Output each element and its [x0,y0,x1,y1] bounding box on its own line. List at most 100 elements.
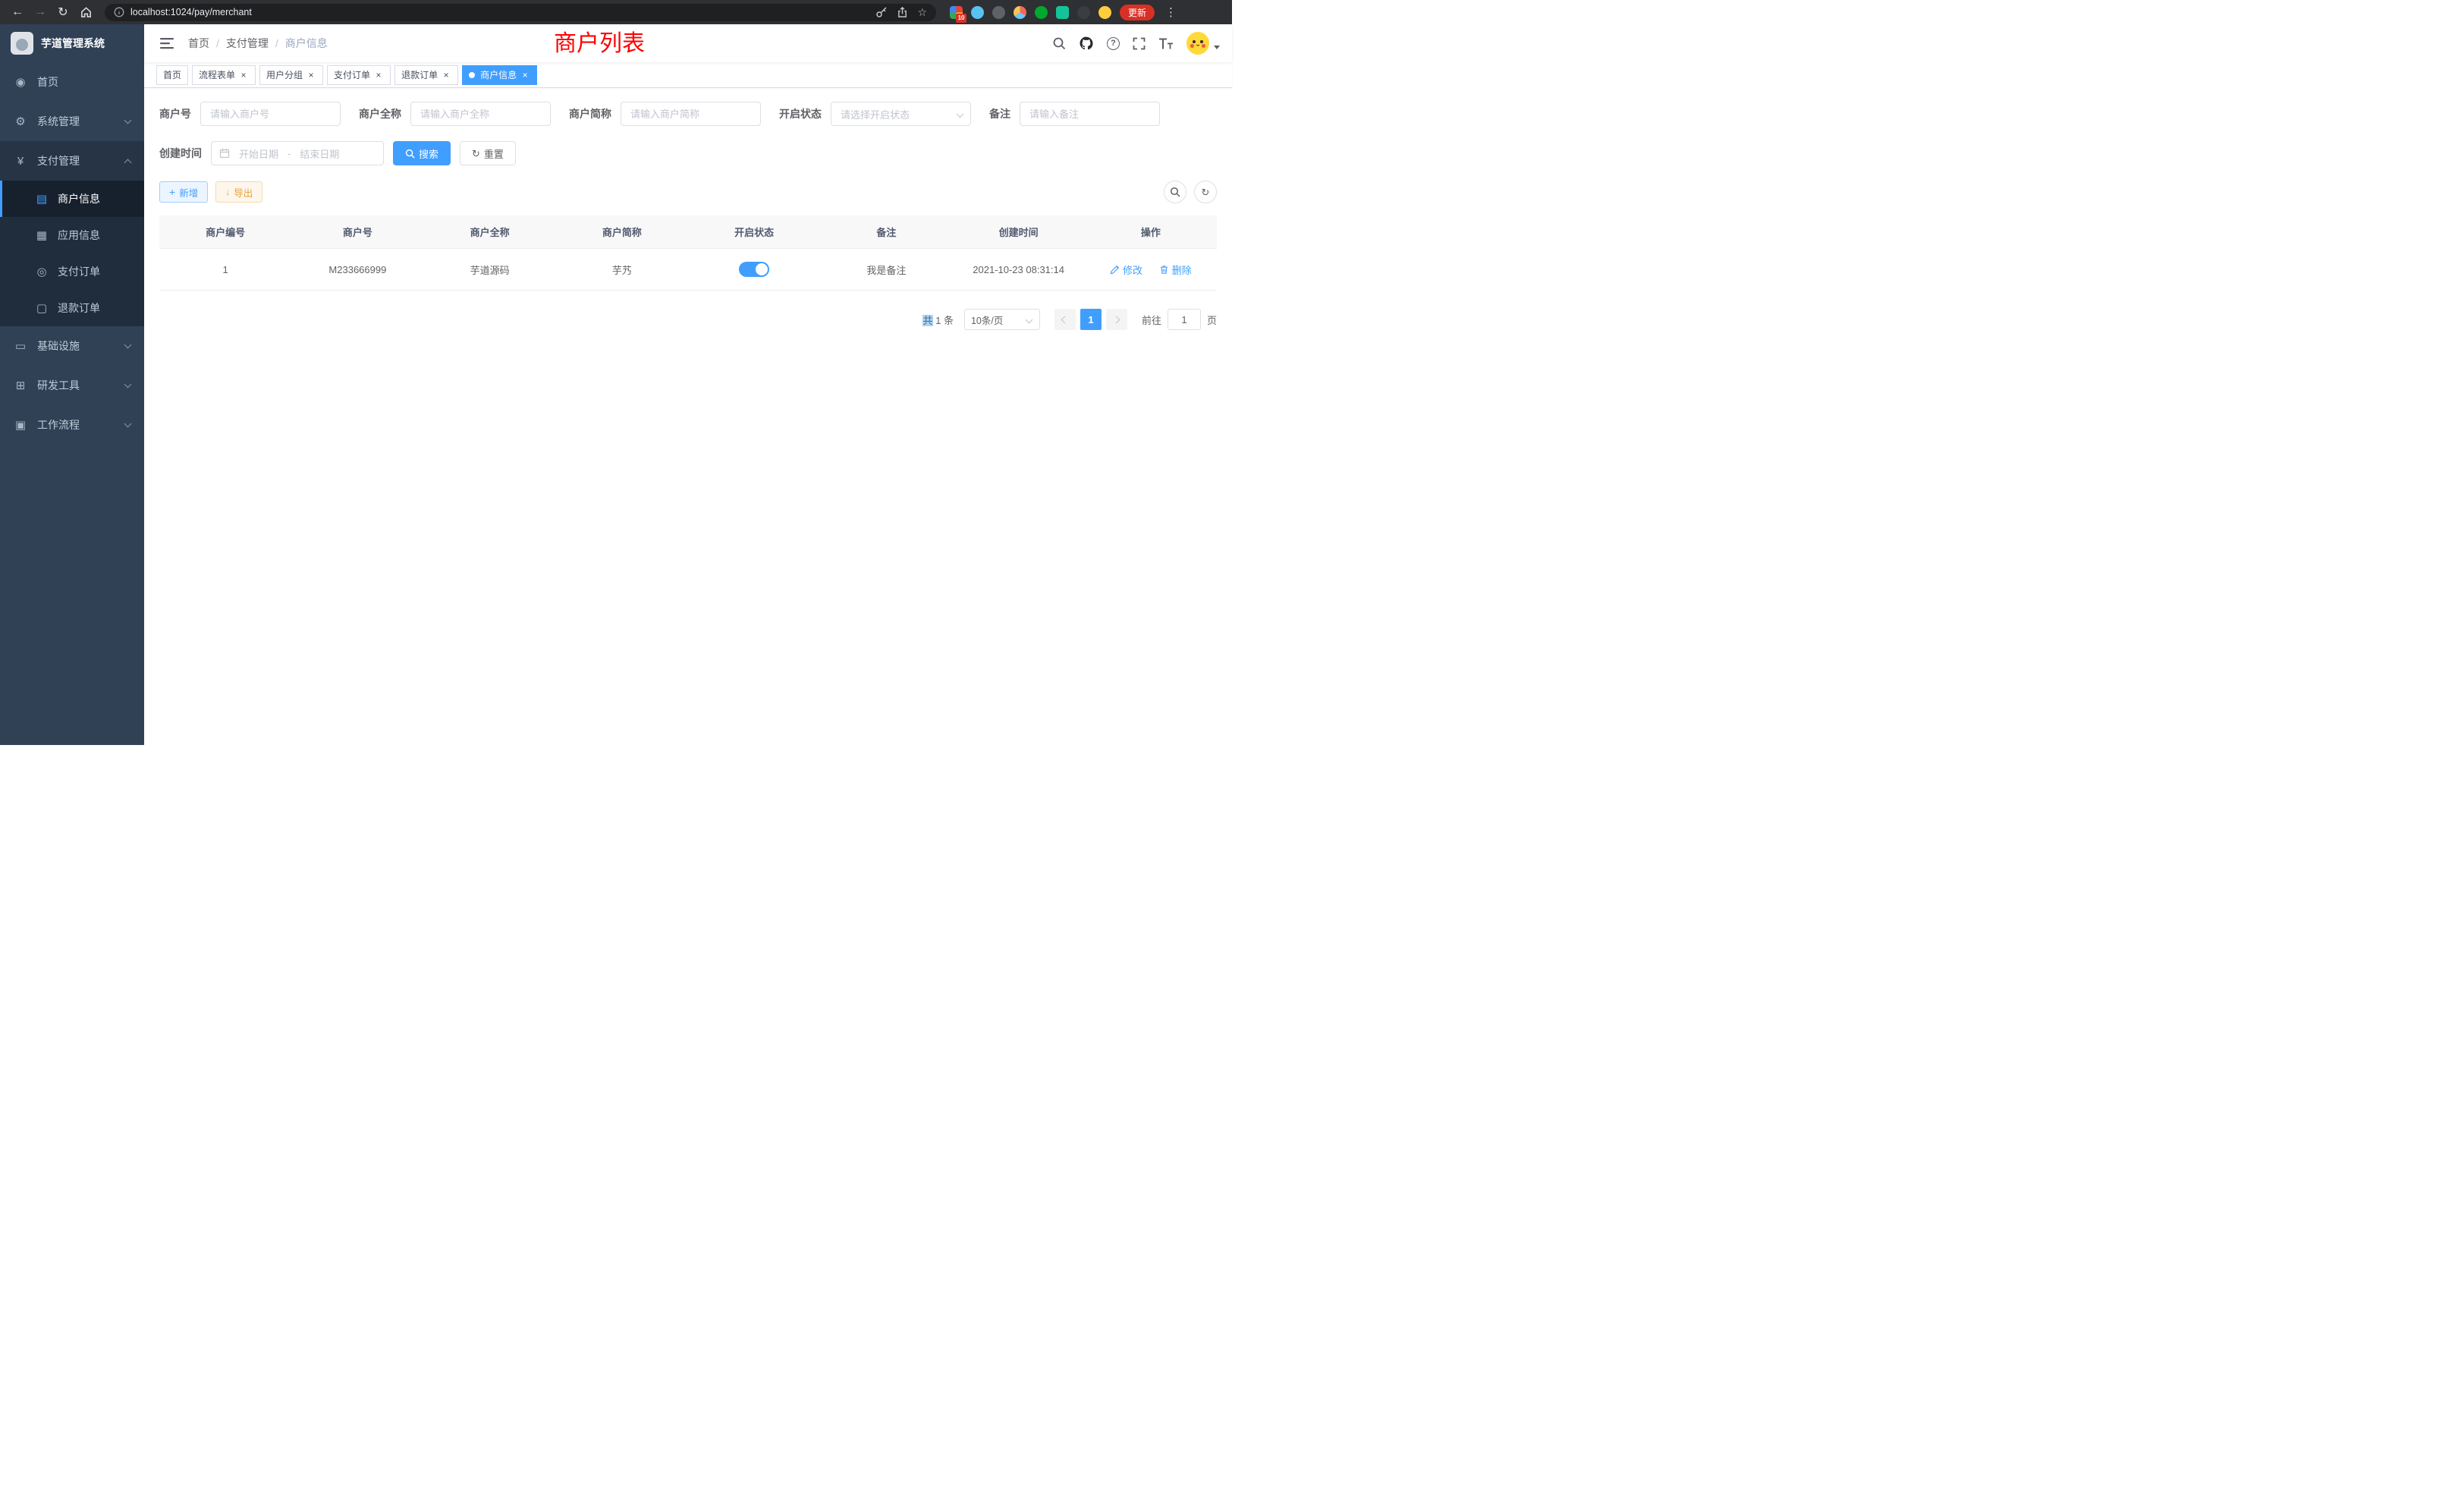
top-navbar: 首页 支付管理 商户信息 商户列表 [144,24,1232,62]
extension-icon-gray[interactable] [992,6,1005,19]
merchant-no-input[interactable] [200,102,341,126]
refresh-table-button[interactable] [1194,181,1217,203]
extension-icon-blue[interactable] [971,6,984,19]
tab-pay-orders[interactable]: 支付订单 [327,65,391,85]
refresh-icon [472,148,480,159]
create-time-label: 创建时间 [159,146,202,161]
address-bar[interactable]: localhost:1024/pay/merchant ☆ [105,4,936,21]
status-label: 开启状态 [779,106,822,121]
table-row: 1 M233666999 芋道源码 芋艿 我是备注 2021-10-23 08:… [159,249,1217,291]
close-icon[interactable] [520,70,530,80]
short-name-label: 商户简称 [569,106,611,121]
download-icon [225,187,230,197]
github-icon[interactable] [1079,36,1094,51]
home-button[interactable] [76,2,96,22]
back-button[interactable]: ← [8,2,27,22]
extension-icon-green-circle[interactable] [1035,6,1048,19]
delete-link[interactable]: 删除 [1159,262,1192,277]
bookmark-star-icon[interactable]: ☆ [917,7,927,17]
sidebar-item-merchant-info[interactable]: ▤ 商户信息 [0,181,144,217]
cell-actions: 修改 删除 [1085,249,1217,291]
document-icon: ▢ [35,301,49,315]
tab-refund-orders[interactable]: 退款订单 [394,65,458,85]
add-button[interactable]: 新增 [159,181,208,203]
app-title: 芋道管理系统 [41,36,105,51]
sidebar-item-payment[interactable]: ¥ 支付管理 [0,141,144,181]
sidebar-item-dev-tools[interactable]: ⊞ 研发工具 [0,366,144,405]
sidebar-item-infrastructure[interactable]: ▭ 基础设施 [0,326,144,366]
tab-user-group[interactable]: 用户分组 [259,65,323,85]
date-range-picker[interactable]: 开始日期 - 结束日期 [211,141,384,165]
profile-avatar-icon[interactable] [1098,6,1111,19]
password-key-icon[interactable] [875,6,888,18]
sidebar: 芋道管理系统 ◉ 首页 ⚙ 系统管理 ¥ 支付管理 ▤ 商户信息 [0,24,144,745]
share-icon[interactable] [897,7,908,18]
sidebar-item-pay-orders[interactable]: ◎ 支付订单 [0,253,144,290]
tab-merchant-info[interactable]: 商户信息 [462,65,537,85]
fullscreen-icon[interactable] [1133,37,1146,50]
search-button[interactable]: 搜索 [393,141,451,165]
breadcrumb-home[interactable]: 首页 [188,36,226,51]
search-icon [1170,187,1180,197]
search-icon[interactable] [1052,36,1066,50]
column-header-actions: 操作 [1085,215,1217,249]
tab-process-form[interactable]: 流程表单 [192,65,256,85]
sidebar-item-system[interactable]: ⚙ 系统管理 [0,102,144,141]
prev-page-button[interactable] [1054,309,1076,330]
chevron-down-icon [124,420,132,427]
info-icon[interactable] [114,7,124,17]
reset-button[interactable]: 重置 [460,141,516,165]
refresh-icon [1202,187,1210,198]
right-toolbar [1164,181,1217,203]
user-avatar[interactable] [1186,32,1220,55]
next-page-button[interactable] [1106,309,1127,330]
breadcrumb-current: 商户信息 [285,36,328,51]
cell-full-name: 芋道源码 [424,249,556,291]
extension-icon-rainbow[interactable] [1014,6,1026,19]
full-name-input[interactable] [410,102,551,126]
export-button[interactable]: 导出 [215,181,262,203]
toolbox-icon: ⊞ [14,379,27,392]
column-header-merchant-no: 商户号 [291,215,423,249]
app-logo[interactable]: 芋道管理系统 [0,24,144,62]
close-icon[interactable] [373,70,384,80]
page-size-select[interactable]: 10条/页 [964,309,1040,330]
help-icon[interactable] [1107,37,1120,50]
close-icon[interactable] [238,70,249,80]
edit-link[interactable]: 修改 [1110,262,1142,277]
trash-icon [1159,265,1169,275]
status-toggle[interactable] [739,262,769,277]
toggle-search-button[interactable] [1164,181,1186,203]
close-icon[interactable] [441,70,451,80]
reload-button[interactable]: ↻ [53,2,73,22]
breadcrumb: 首页 支付管理 商户信息 [188,36,328,51]
goto-page-input[interactable] [1168,309,1201,330]
sidebar-menu: ◉ 首页 ⚙ 系统管理 ¥ 支付管理 ▤ 商户信息 ▦ 应用信息 [0,62,144,445]
page-number-button[interactable]: 1 [1080,309,1102,330]
browser-menu-icon[interactable]: ⋮ [1163,5,1179,19]
chevron-down-icon [124,380,132,388]
url-text: localhost:1024/pay/merchant [130,7,252,17]
column-header-short-name: 商户简称 [556,215,688,249]
tab-home[interactable]: 首页 [156,65,188,85]
cell-remark: 我是备注 [820,249,952,291]
extension-icon-green-square[interactable] [1056,6,1069,19]
close-icon[interactable] [306,70,316,80]
short-name-input[interactable] [621,102,761,126]
browser-update-button[interactable]: 更新 [1120,5,1155,20]
sidebar-item-refund-orders[interactable]: ▢ 退款订单 [0,290,144,326]
hamburger-icon[interactable] [156,36,178,50]
extension-icon-colorful[interactable]: 10 [950,6,963,19]
logo-image [11,32,33,55]
extension-icon-paw[interactable] [1077,6,1090,19]
sidebar-item-app-info[interactable]: ▦ 应用信息 [0,217,144,253]
font-size-icon[interactable] [1158,37,1174,50]
status-select[interactable]: 请选择开启状态 [831,102,971,126]
breadcrumb-payment[interactable]: 支付管理 [226,36,285,51]
chevron-down-icon [124,116,132,124]
column-header-remark: 备注 [820,215,952,249]
sidebar-item-workflow[interactable]: ▣ 工作流程 [0,405,144,445]
remark-input[interactable] [1020,102,1160,126]
forward-button[interactable]: → [30,2,50,22]
sidebar-item-home[interactable]: ◉ 首页 [0,62,144,102]
